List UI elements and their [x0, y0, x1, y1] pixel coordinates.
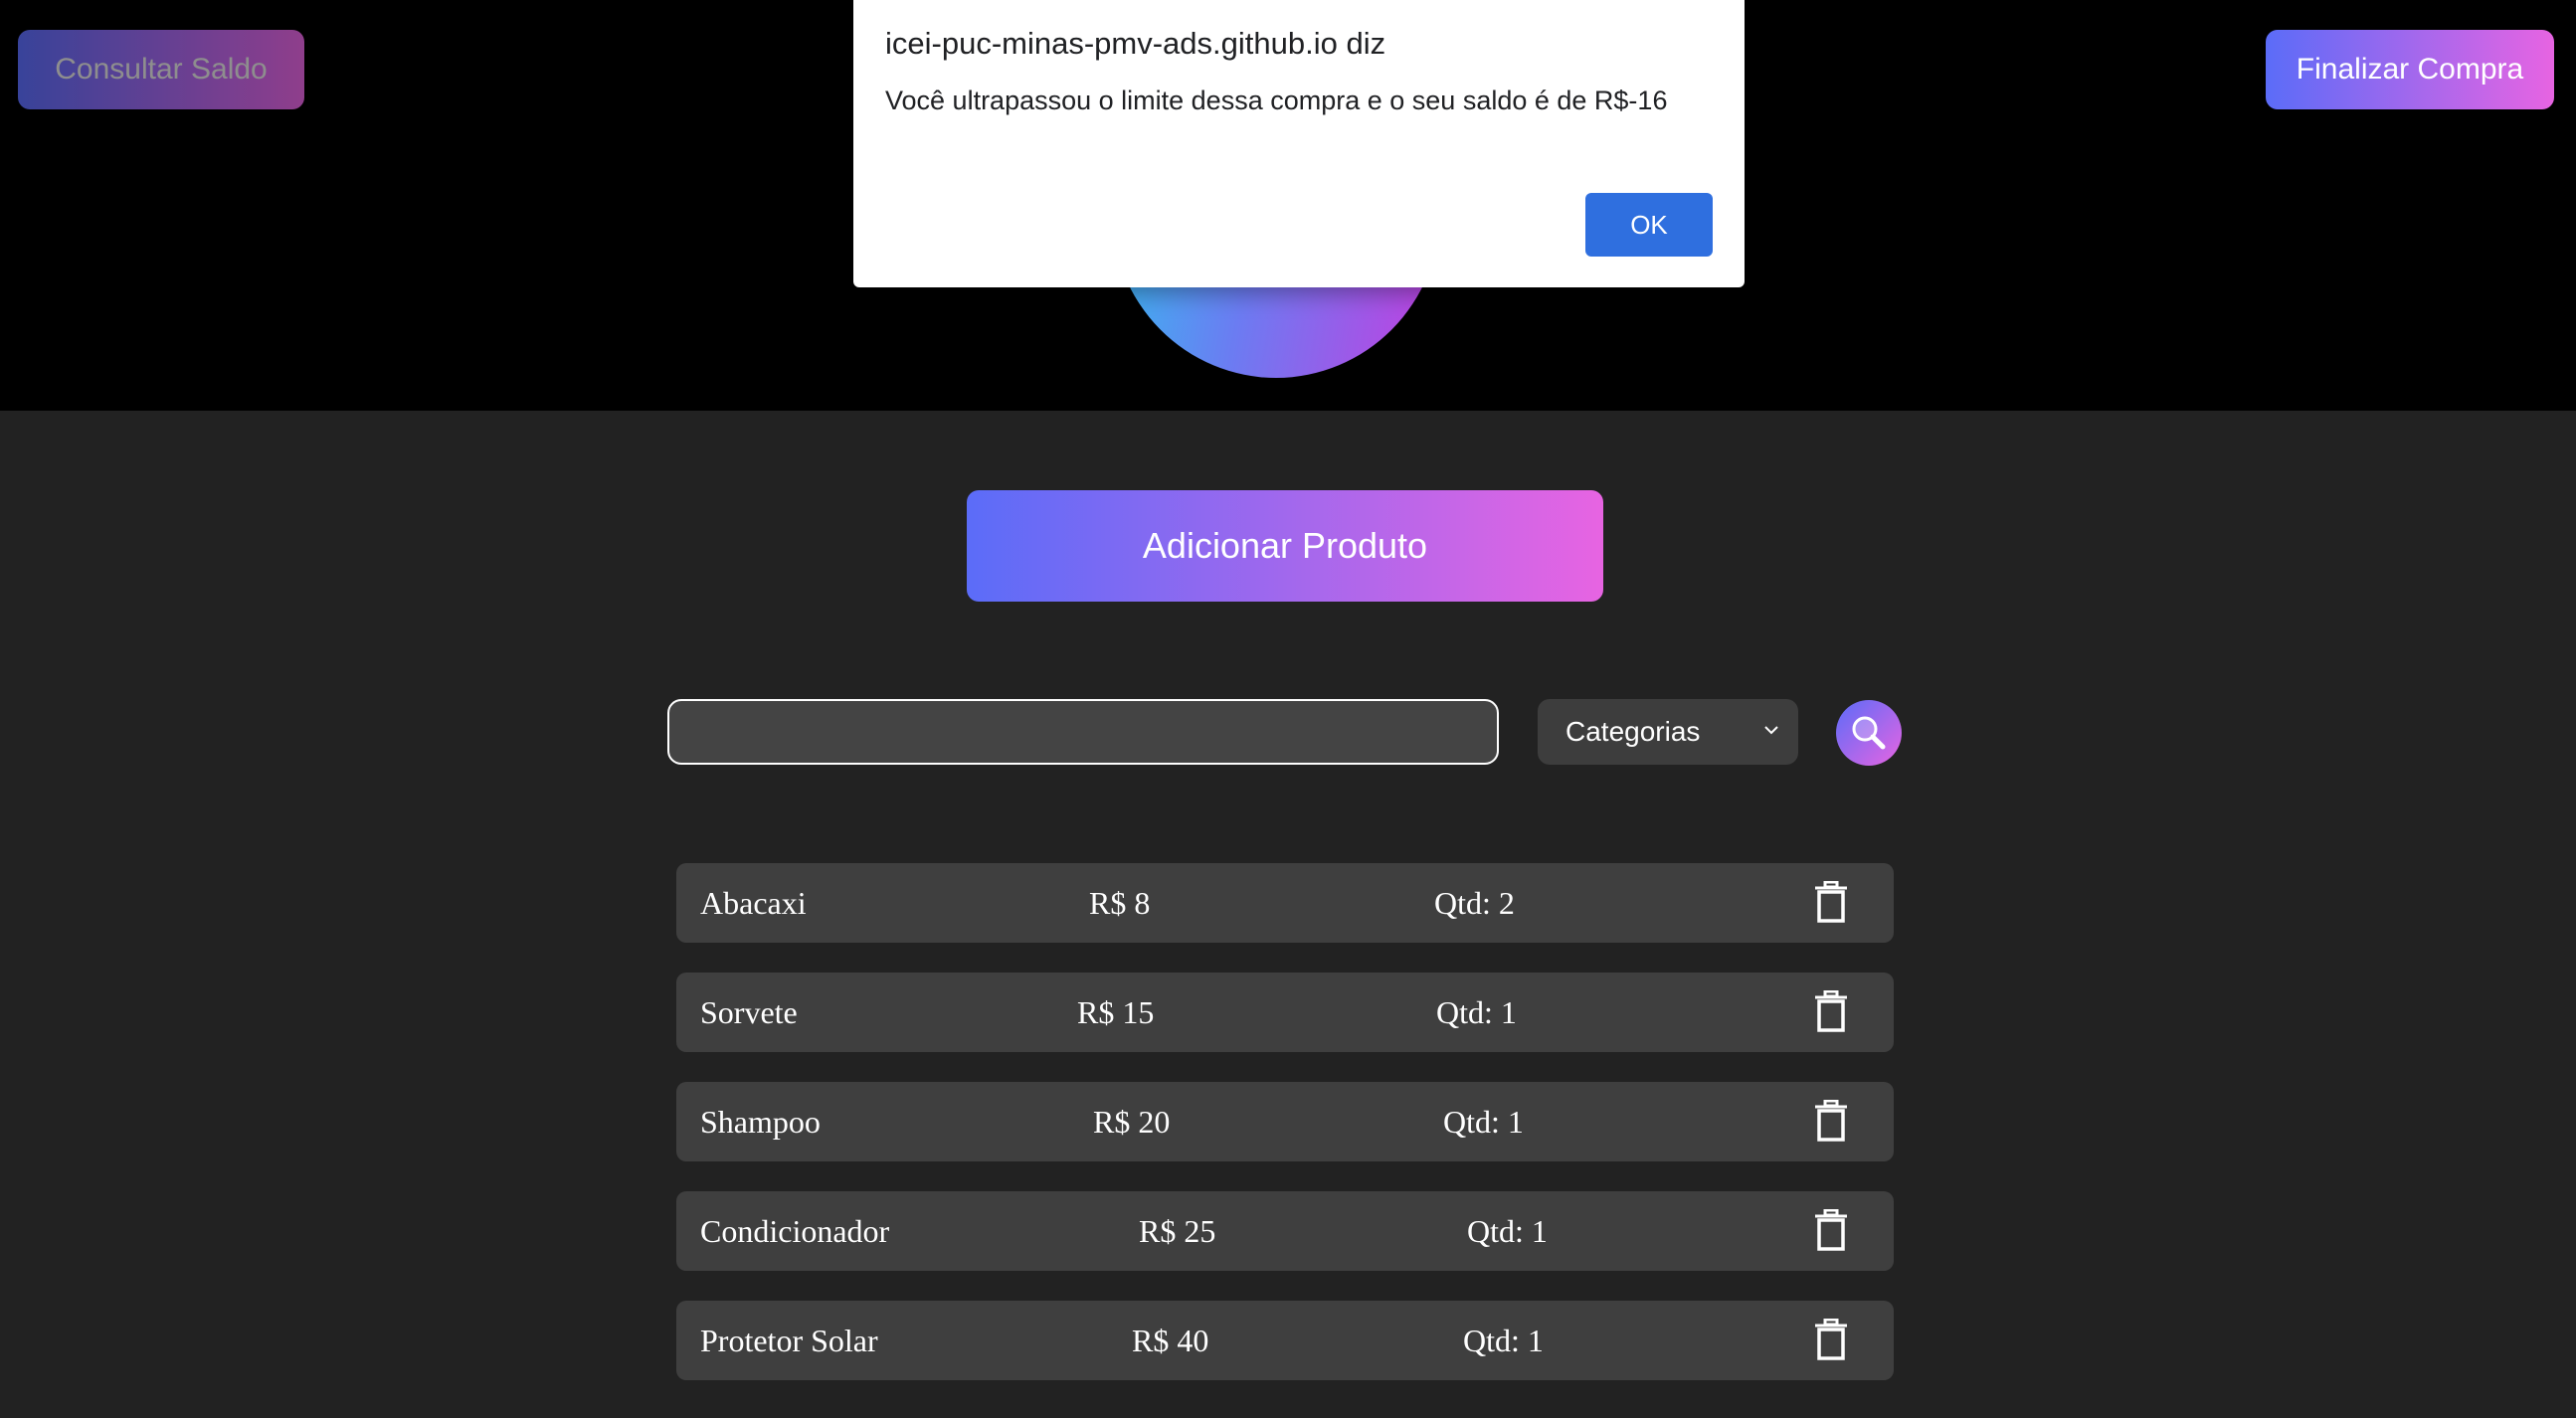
product-row: Shampoo R$ 20 Qtd: 1	[676, 1082, 1894, 1161]
search-button[interactable]	[1836, 700, 1902, 766]
product-qty: Qtd: 1	[1463, 1323, 1544, 1358]
consultar-saldo-button[interactable]: Consultar Saldo	[18, 30, 304, 109]
product-price: R$ 25	[1139, 1213, 1216, 1249]
product-name: Condicionador	[700, 1213, 890, 1249]
product-name: Shampoo	[700, 1104, 821, 1140]
product-qty: Qtd: 1	[1443, 1104, 1524, 1140]
alert-dialog-title: icei-puc-minas-pmv-ads.github.io diz	[885, 26, 1386, 61]
add-product-button[interactable]: Adicionar Produto	[967, 490, 1603, 602]
alert-dialog: icei-puc-minas-pmv-ads.github.io diz Voc…	[853, 0, 1745, 287]
product-name: Protetor Solar	[700, 1323, 878, 1358]
trash-icon[interactable]	[1814, 1209, 1848, 1251]
alert-ok-button[interactable]: OK	[1585, 193, 1713, 257]
finalizar-compra-button[interactable]: Finalizar Compra	[2266, 30, 2554, 109]
magnifier-icon	[1852, 716, 1886, 750]
product-price: R$ 15	[1077, 994, 1155, 1030]
product-name: Abacaxi	[700, 885, 807, 921]
product-row: Abacaxi R$ 8 Qtd: 2	[676, 863, 1894, 943]
trash-icon[interactable]	[1814, 1100, 1848, 1142]
product-price: R$ 40	[1132, 1323, 1209, 1358]
product-price: R$ 8	[1089, 885, 1151, 921]
product-row: Protetor Solar R$ 40 Qtd: 1	[676, 1301, 1894, 1380]
search-input[interactable]	[667, 699, 1499, 765]
product-name: Sorvete	[700, 994, 798, 1030]
chevron-down-icon	[1764, 726, 1778, 735]
category-select[interactable]: Categorias	[1538, 699, 1798, 765]
trash-icon[interactable]	[1814, 881, 1848, 923]
category-select-value: Categorias	[1565, 716, 1701, 747]
product-row: Condicionador R$ 25 Qtd: 1	[676, 1191, 1894, 1271]
product-price: R$ 20	[1093, 1104, 1171, 1140]
product-qty: Qtd: 2	[1434, 885, 1515, 921]
trash-icon[interactable]	[1814, 990, 1848, 1032]
trash-icon[interactable]	[1814, 1319, 1848, 1360]
alert-dialog-message: Você ultrapassou o limite dessa compra e…	[885, 86, 1668, 115]
product-row: Sorvete R$ 15 Qtd: 1	[676, 973, 1894, 1052]
product-qty: Qtd: 1	[1467, 1213, 1548, 1249]
product-qty: Qtd: 1	[1436, 994, 1517, 1030]
